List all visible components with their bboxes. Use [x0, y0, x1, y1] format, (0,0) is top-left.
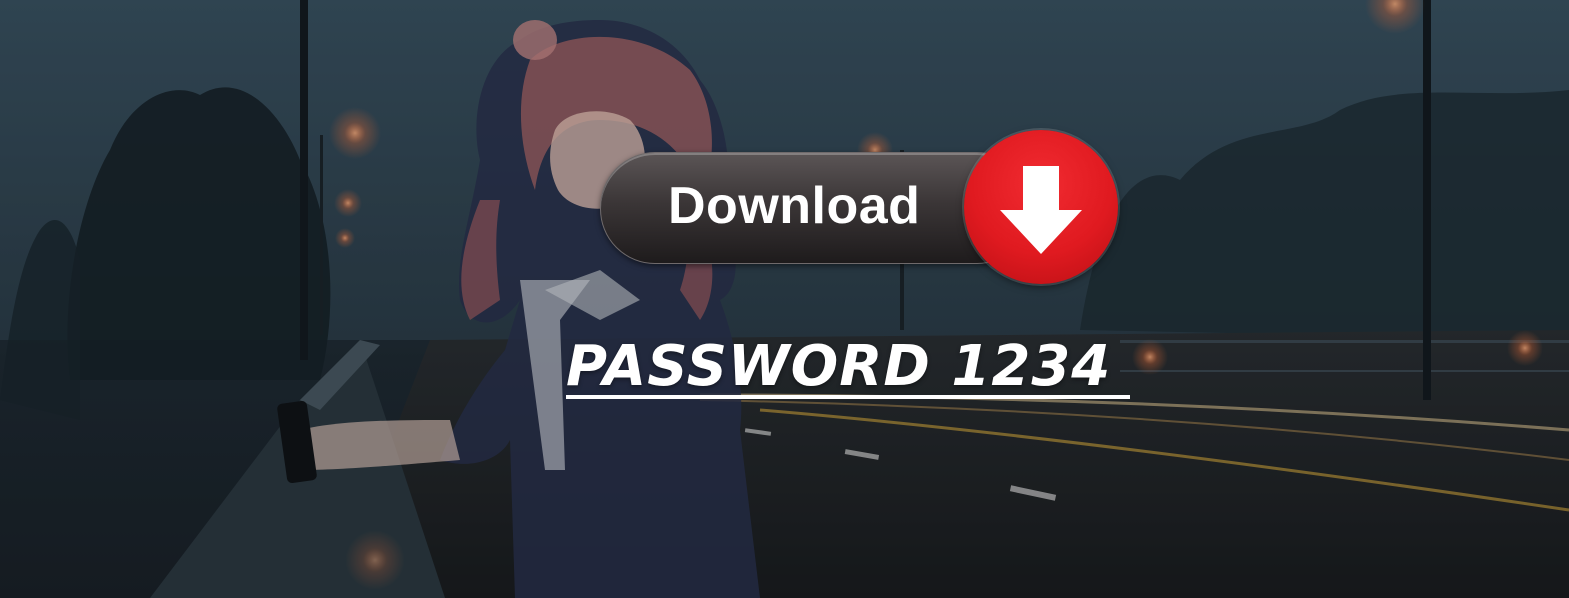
- password-underline: [566, 395, 1130, 399]
- password-text: PASSWORD 1234: [566, 334, 1112, 399]
- download-button-label[interactable]: Download: [668, 176, 920, 236]
- banner-scene: Download PASSWORD 1234: [0, 0, 1569, 598]
- download-button[interactable]: Download: [600, 130, 1120, 286]
- download-button-icon-circle[interactable]: [964, 130, 1118, 284]
- arrow-down-icon: [1000, 166, 1082, 254]
- night-road-background: [0, 0, 1569, 598]
